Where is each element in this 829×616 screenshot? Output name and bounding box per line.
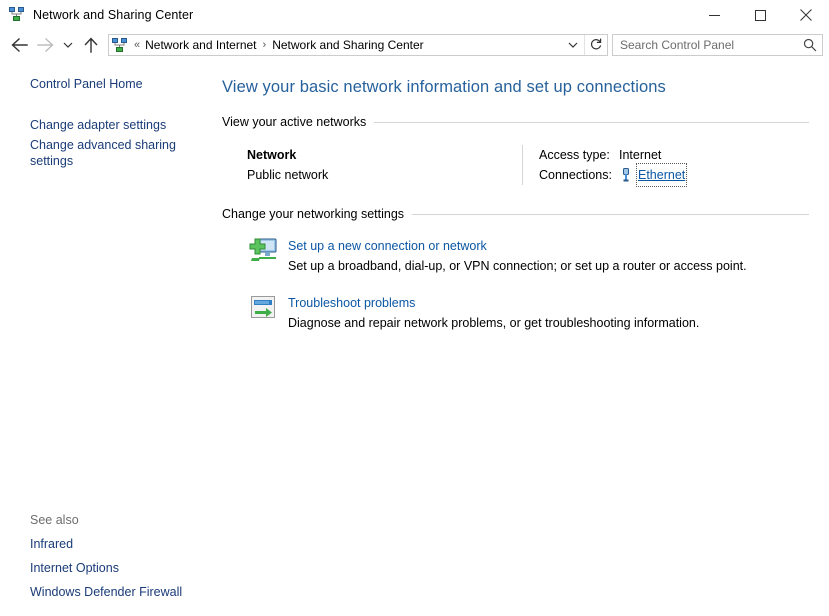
see-also-section: See also Infrared Internet Options Windo… [0, 513, 216, 608]
troubleshoot-problems-description: Diagnose and repair network problems, or… [288, 316, 700, 330]
networking-settings-label: Change your networking settings [222, 207, 405, 221]
network-type: Public network [247, 168, 329, 182]
forward-button [32, 32, 58, 58]
ethernet-link[interactable]: Ethernet [635, 163, 688, 187]
sidebar: Control Panel Home Change adapter settin… [0, 60, 216, 616]
ethernet-icon [619, 167, 633, 183]
see-also-title: See also [30, 513, 79, 527]
breadcrumb: « Network and Internet › Network and Sha… [132, 38, 562, 52]
task-troubleshoot-problems[interactable]: Troubleshoot problems Diagnose and repai… [246, 292, 809, 333]
sidebar-item-control-panel-home[interactable]: Control Panel Home [0, 76, 216, 92]
page-title: View your basic network information and … [222, 78, 666, 96]
address-bar[interactable]: « Network and Internet › Network and Sha… [108, 34, 608, 56]
window-title: Network and Sharing Center [33, 8, 194, 22]
see-also-item-internet-options[interactable]: Internet Options [0, 560, 216, 576]
connections-label: Connections: [539, 168, 612, 182]
refresh-button[interactable] [585, 35, 607, 55]
search-box[interactable] [612, 34, 823, 56]
set-up-new-connection-link[interactable]: Set up a new connection or network [288, 237, 487, 255]
troubleshoot-icon [246, 292, 280, 326]
access-type-value: Internet [619, 148, 662, 162]
sidebar-item-change-adapter-settings[interactable]: Change adapter settings [0, 117, 216, 133]
sidebar-item-change-advanced-sharing-settings[interactable]: Change advanced sharing settings [0, 137, 216, 169]
up-arrow-icon [84, 37, 98, 53]
networking-settings-heading: Change your networking settings [222, 207, 809, 221]
main-pane: View your basic network information and … [216, 60, 829, 616]
network-details: Access type: Internet Connections: Ether… [523, 145, 829, 187]
section-rule [412, 213, 809, 215]
breadcrumb-separator-icon: › [262, 39, 267, 51]
title-bar: Network and Sharing Center [0, 0, 829, 30]
set-up-new-connection-description: Set up a broadband, dial-up, or VPN conn… [288, 259, 747, 273]
back-button[interactable] [6, 32, 32, 58]
connections-row: Connections: Ethernet [539, 163, 829, 187]
network-name: Network [247, 148, 297, 162]
forward-arrow-icon [36, 38, 54, 52]
maximize-button[interactable] [737, 0, 783, 30]
address-toolbar: « Network and Internet › Network and Sha… [0, 30, 829, 60]
search-icon[interactable] [798, 38, 822, 52]
active-networks-label: View your active networks [222, 115, 367, 129]
troubleshoot-problems-link[interactable]: Troubleshoot problems [288, 294, 415, 312]
refresh-icon [589, 37, 603, 54]
breadcrumb-item-network-and-internet[interactable]: Network and Internet [144, 38, 257, 52]
network-info: Network Public network [222, 145, 522, 185]
active-networks-heading: View your active networks [222, 115, 809, 129]
chevron-down-icon [63, 41, 73, 49]
new-connection-icon [246, 235, 280, 269]
close-button[interactable] [783, 0, 829, 30]
address-dropdown-button[interactable] [562, 35, 584, 55]
content-area: Control Panel Home Change adapter settin… [0, 60, 829, 616]
access-type-label: Access type: [539, 148, 610, 162]
see-also-item-windows-defender-firewall[interactable]: Windows Defender Firewall [0, 584, 216, 600]
chevron-down-icon [568, 38, 578, 52]
see-also-item-infrared[interactable]: Infrared [0, 536, 216, 552]
search-input[interactable] [613, 37, 798, 53]
network-icon [9, 7, 25, 23]
minimize-button[interactable] [691, 0, 737, 30]
active-networks-table: Network Public network Access type: Inte… [222, 145, 829, 187]
recent-locations-button[interactable] [58, 32, 78, 58]
window-controls [691, 0, 829, 30]
breadcrumb-item-network-and-sharing-center[interactable]: Network and Sharing Center [271, 38, 424, 52]
back-arrow-icon [10, 38, 28, 52]
access-type-row: Access type: Internet [539, 145, 829, 165]
network-icon [112, 37, 128, 53]
breadcrumb-overflow[interactable]: « [132, 39, 144, 51]
section-rule [374, 121, 809, 123]
task-set-up-new-connection[interactable]: Set up a new connection or network Set u… [246, 235, 809, 276]
up-button[interactable] [78, 32, 104, 58]
